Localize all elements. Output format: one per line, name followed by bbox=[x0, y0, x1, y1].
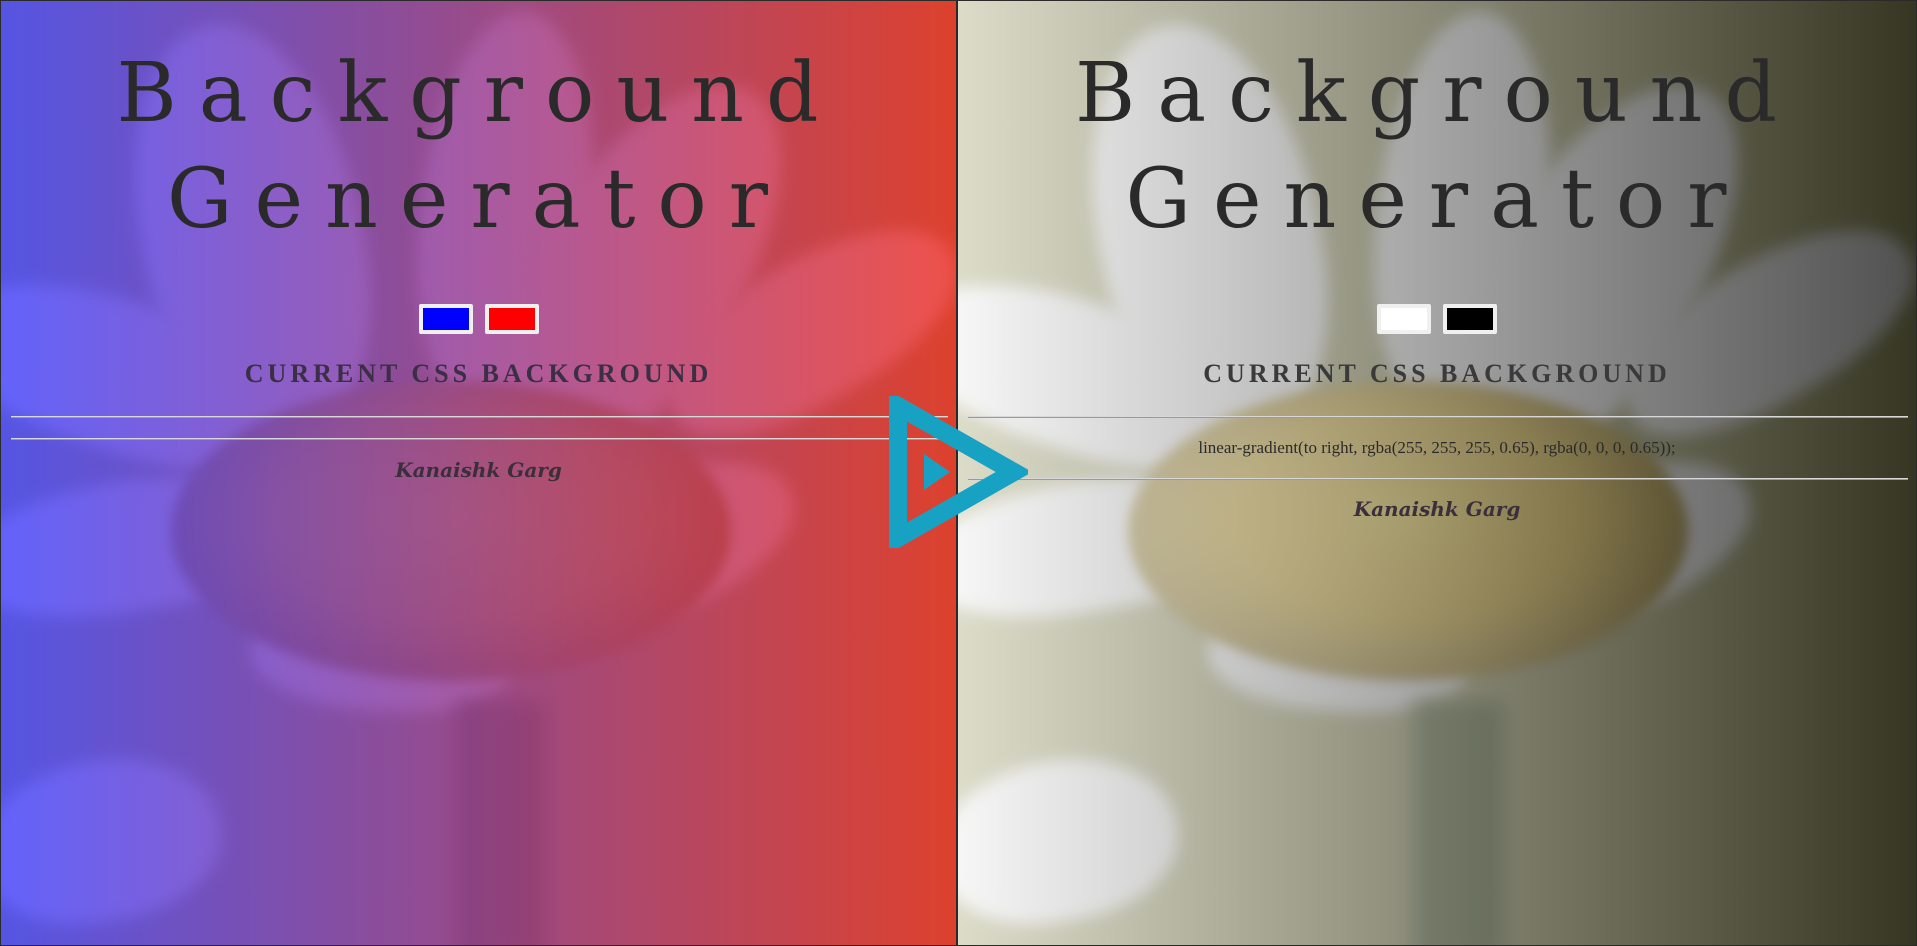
generator-page: Background Generator CURRENT CSS BACKGRO… bbox=[1, 1, 956, 945]
color-inputs bbox=[1, 304, 956, 334]
author-name: Kanaishk Garg bbox=[395, 458, 562, 482]
color2-input[interactable] bbox=[1443, 304, 1497, 334]
css-output-text: linear-gradient(to right, rgba(255, 255,… bbox=[1198, 438, 1676, 457]
title-line-2: Generator bbox=[1125, 152, 1749, 247]
title-line-2: Generator bbox=[167, 152, 790, 247]
page-title: Background Generator bbox=[1, 41, 956, 253]
page-title: Background Generator bbox=[958, 41, 1916, 253]
divider bbox=[11, 416, 948, 418]
color-inputs bbox=[958, 304, 1916, 334]
divider bbox=[968, 416, 1908, 418]
color1-input[interactable] bbox=[418, 304, 473, 334]
color1-input[interactable] bbox=[1377, 304, 1431, 334]
title-line-1: Background bbox=[1075, 46, 1799, 141]
generator-page: Background Generator CURRENT CSS BACKGRO… bbox=[958, 1, 1916, 945]
after-panel: Background Generator CURRENT CSS BACKGRO… bbox=[958, 1, 1916, 945]
color2-input[interactable] bbox=[484, 304, 539, 334]
author-name: Kanaishk Garg bbox=[1353, 497, 1521, 521]
title-line-1: Background bbox=[116, 46, 841, 141]
before-panel: Background Generator CURRENT CSS BACKGRO… bbox=[1, 1, 956, 945]
current-css-heading: CURRENT CSS BACKGROUND bbox=[244, 359, 713, 388]
divider bbox=[968, 478, 1908, 480]
play-arrow-icon bbox=[889, 396, 1028, 548]
current-css-heading: CURRENT CSS BACKGROUND bbox=[1203, 359, 1671, 388]
divider bbox=[11, 438, 948, 440]
